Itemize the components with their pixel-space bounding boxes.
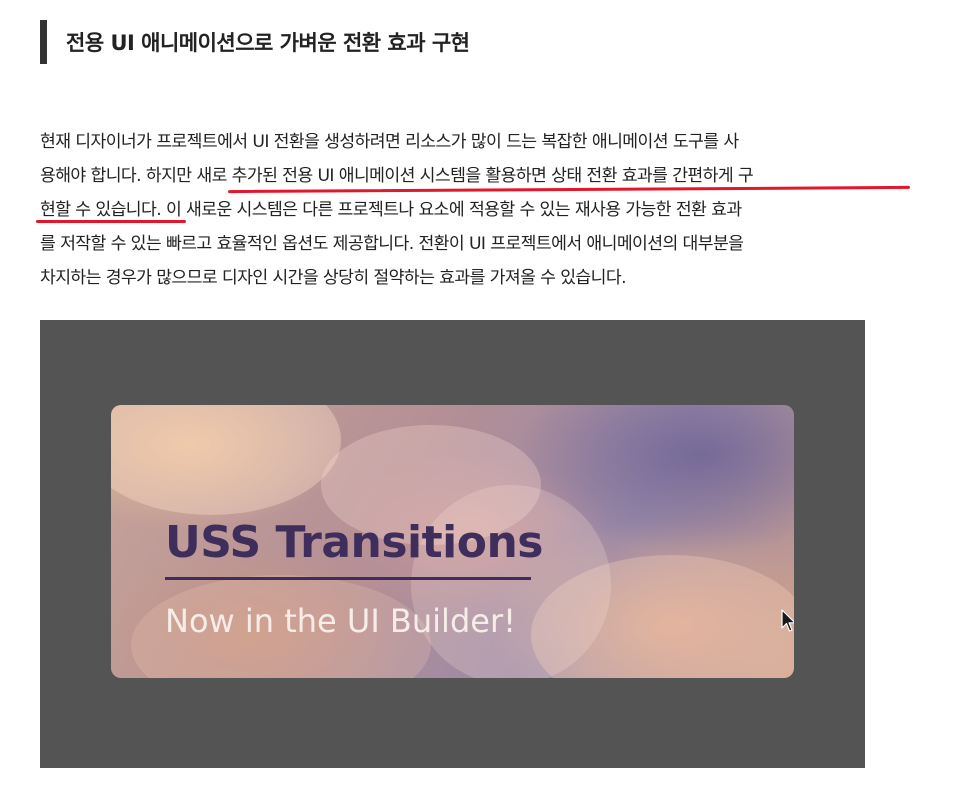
paragraph-line-2-text: 용해야 합니다. 하지만 새로 추가된 전용 UI 애니메이션 시스템을 활용하… bbox=[40, 166, 754, 186]
mouse-cursor-icon bbox=[781, 609, 794, 632]
media-frame[interactable]: USS Transitions Now in the UI Builder! bbox=[40, 320, 865, 768]
paragraph-line-2: 용해야 합니다. 하지만 새로 추가된 전용 UI 애니메이션 시스템을 활용하… bbox=[40, 159, 912, 194]
banner-subtitle: Now in the UI Builder! bbox=[165, 602, 516, 640]
banner-underline bbox=[165, 577, 531, 580]
highlight-underline-1 bbox=[227, 185, 911, 194]
heading-accent-bar bbox=[40, 20, 47, 64]
article-body: 현재 디자이너가 프로젝트에서 UI 전환을 생성하려면 리소스가 많이 드는 … bbox=[36, 125, 912, 295]
uss-transitions-banner: USS Transitions Now in the UI Builder! bbox=[111, 405, 794, 678]
paragraph-line-1: 현재 디자이너가 프로젝트에서 UI 전환을 생성하려면 리소스가 많이 드는 … bbox=[40, 132, 739, 152]
paragraph-line-3: 현할 수 있습니다. 이 새로운 시스템은 다른 프로젝트나 요소에 적용할 수… bbox=[36, 193, 912, 227]
cloud-shape bbox=[111, 405, 341, 515]
highlight-underline-2 bbox=[36, 220, 186, 223]
heading-title: 전용 UI 애니메이션으로 가벼운 전환 효과 구현 bbox=[66, 31, 470, 55]
section-heading: 전용 UI 애니메이션으로 가벼운 전환 효과 구현 bbox=[40, 20, 470, 64]
paragraph-line-4: 를 저작할 수 있는 빠르고 효율적인 옵션도 제공합니다. 전환이 UI 프로… bbox=[40, 234, 744, 254]
paragraph-line-5: 차지하는 경우가 많으므로 디자인 시간을 상당히 절약하는 효과를 가져올 수… bbox=[40, 268, 627, 288]
paragraph-line-3-text: 현할 수 있습니다. 이 새로운 시스템은 다른 프로젝트나 요소에 적용할 수… bbox=[40, 200, 742, 220]
cloud-shape bbox=[411, 485, 611, 678]
banner-title: USS Transitions bbox=[165, 517, 543, 568]
